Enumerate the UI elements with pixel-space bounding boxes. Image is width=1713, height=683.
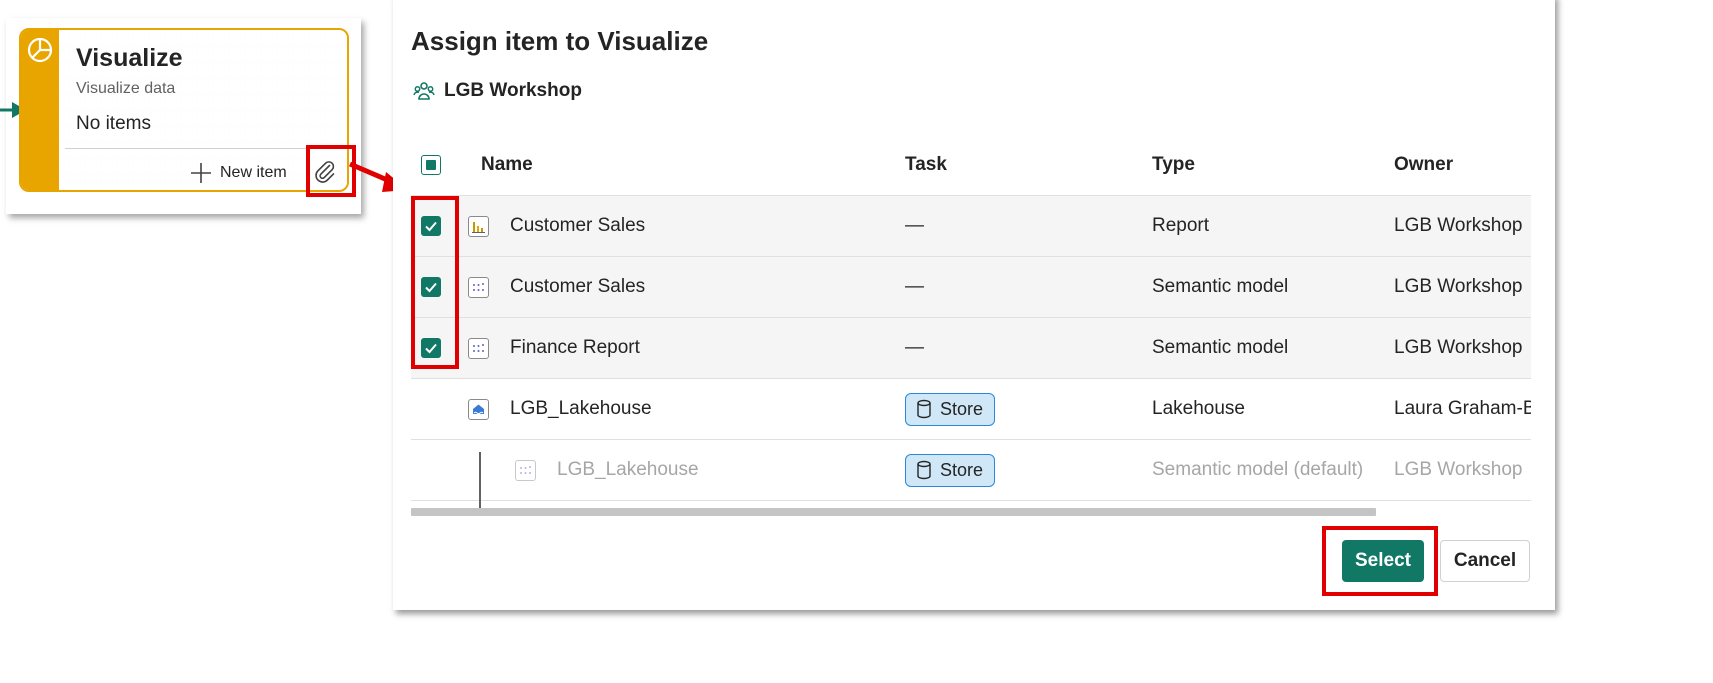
semantic-model-icon [468, 276, 489, 298]
row-owner: LGB Workshop [1394, 459, 1523, 480]
task-badge-label: Store [940, 459, 984, 480]
row-type: Semantic model [1152, 276, 1289, 297]
new-item-button[interactable]: New item [190, 160, 287, 186]
column-header-task[interactable]: Task [905, 135, 947, 195]
select-all-cell [421, 135, 441, 195]
horizontal-scrollbar[interactable] [411, 508, 1376, 516]
card-divider [65, 148, 347, 149]
new-item-label: New item [220, 164, 287, 181]
row-name: LGB_Lakehouse [510, 398, 652, 419]
dialog-title: Assign item to Visualize [411, 26, 709, 56]
tree-connector [479, 452, 481, 508]
workspace-name: LGB Workshop [444, 80, 582, 101]
row-owner: LGB Workshop [1394, 337, 1523, 358]
table-row[interactable]: Finance Report — Semantic model LGB Work… [411, 318, 1531, 379]
semantic-model-icon [468, 337, 489, 359]
row-type: Report [1152, 215, 1210, 236]
workspace-icon [413, 82, 435, 100]
annotation-highlight-select [1322, 526, 1438, 596]
table-row[interactable]: LGB_Lakehouse Store Lakehouse Laura Grah… [411, 379, 1531, 440]
row-owner: LGB Workshop [1394, 276, 1523, 297]
row-name: LGB_Lakehouse [557, 459, 699, 480]
workspace-label: LGB Workshop [413, 80, 582, 102]
plus-icon [191, 163, 211, 183]
row-type: Semantic model (default) [1152, 459, 1364, 480]
card-title: Visualize [76, 44, 183, 72]
task-badge[interactable]: Store [905, 453, 996, 487]
column-header-type[interactable]: Type [1152, 135, 1195, 195]
row-name: Customer Sales [510, 215, 646, 236]
row-task: — [905, 337, 924, 358]
row-task: — [905, 276, 924, 297]
row-owner: Laura Graham-B [1394, 398, 1531, 419]
table-row[interactable]: Customer Sales — Report LGB Workshop [411, 196, 1531, 257]
row-name: Customer Sales [510, 276, 646, 297]
task-badge-label: Store [940, 398, 984, 419]
table-row: LGB_Lakehouse Store Semantic model (defa… [411, 440, 1531, 508]
column-header-owner[interactable]: Owner [1394, 135, 1453, 195]
row-name: Finance Report [510, 337, 640, 358]
annotation-highlight-checkboxes [411, 196, 459, 369]
select-all-checkbox[interactable] [421, 155, 441, 175]
row-type: Lakehouse [1152, 398, 1245, 419]
items-table: Name Task Type Owner Customer Sales — Re… [411, 135, 1531, 508]
lakehouse-icon [468, 398, 489, 420]
card-subtitle: Visualize data [76, 80, 176, 97]
database-icon [917, 460, 931, 480]
card-accent-band [21, 30, 59, 190]
table-row[interactable]: Customer Sales — Semantic model LGB Work… [411, 257, 1531, 318]
column-header-name[interactable]: Name [481, 135, 533, 195]
table-header: Name Task Type Owner [411, 135, 1531, 196]
row-owner: LGB Workshop [1394, 215, 1523, 236]
pie-chart-icon [27, 37, 53, 63]
row-task: — [905, 215, 924, 236]
report-icon [468, 215, 489, 237]
task-badge[interactable]: Store [905, 392, 996, 426]
card-body: Visualize Visualize data No items New it… [59, 30, 347, 190]
database-icon [917, 399, 931, 419]
row-type: Semantic model [1152, 337, 1289, 358]
semantic-model-icon [515, 459, 536, 481]
cancel-button[interactable]: Cancel [1440, 540, 1530, 582]
card-items-status: No items [76, 113, 151, 134]
visualize-card[interactable]: Visualize Visualize data No items New it… [19, 28, 349, 192]
